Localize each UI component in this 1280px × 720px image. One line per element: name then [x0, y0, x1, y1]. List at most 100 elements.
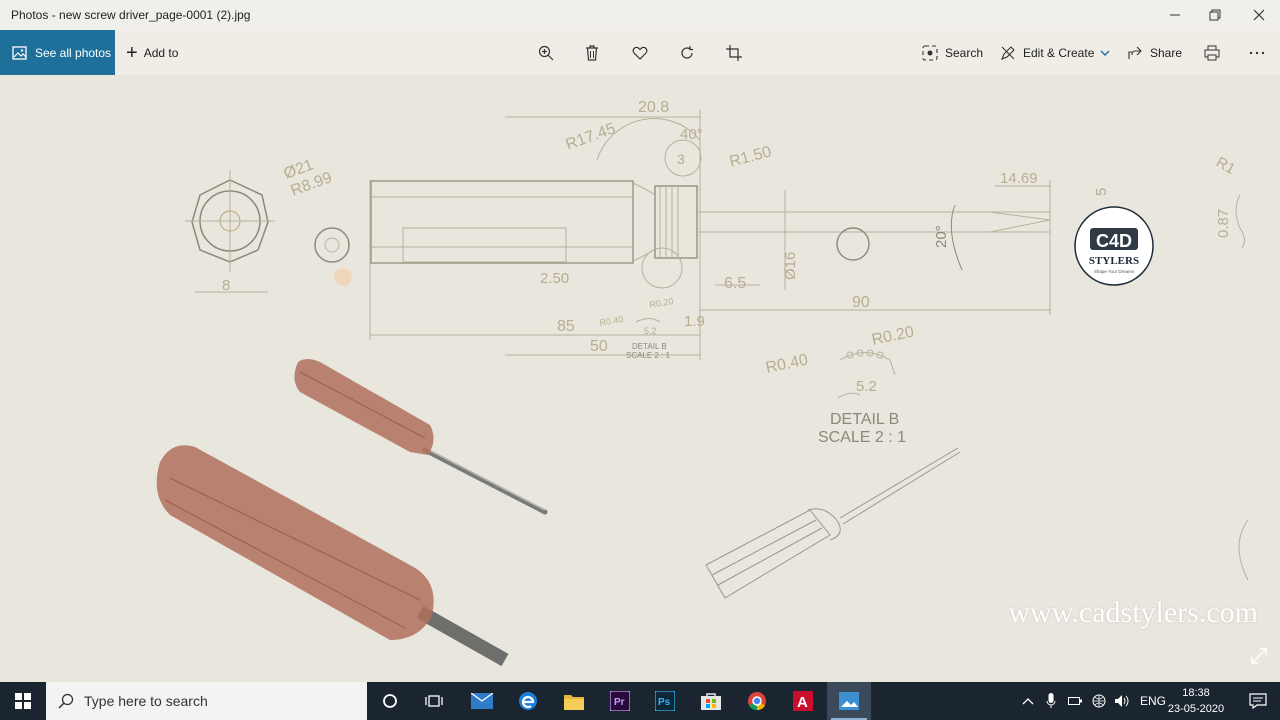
svg-text:Ps: Ps [658, 697, 671, 708]
title-bar: Photos - new screw driver_page-0001 (2).… [0, 0, 1280, 30]
zoom-button[interactable] [534, 41, 558, 65]
network-icon[interactable] [1092, 694, 1106, 708]
more-button[interactable] [1245, 41, 1269, 65]
premiere-icon: Pr [610, 691, 630, 711]
dim-text: 85 [557, 318, 575, 335]
add-to-label: Add to [143, 45, 179, 60]
photoshop-app[interactable]: Ps [643, 682, 687, 720]
task-view-icon [425, 695, 443, 707]
see-all-photos-button[interactable]: See all photos [0, 30, 115, 75]
volume-icon[interactable] [1114, 694, 1130, 708]
taskbar: Type here to search Pr Ps A ENG 18:38 23… [0, 682, 1280, 720]
clock-date: 23-05-2020 [1167, 703, 1225, 715]
photos-icon [839, 692, 859, 710]
mail-app[interactable] [460, 682, 504, 720]
full-screen-button[interactable] [1250, 647, 1268, 670]
photos-app[interactable] [827, 682, 871, 720]
dim-text: 50 [590, 338, 608, 355]
photos-toolbar: See all photos + Add to Search Edit & Cr… [0, 30, 1280, 75]
close-button[interactable] [1236, 0, 1280, 30]
task-view-button[interactable] [412, 682, 456, 720]
edit-icon [1001, 45, 1015, 60]
detail-label: DETAIL B [830, 411, 899, 428]
zoom-icon [538, 45, 554, 61]
maximize-button[interactable] [1192, 0, 1238, 30]
taskbar-search-placeholder: Type here to search [84, 693, 208, 709]
dim-text: R1 [1213, 154, 1238, 178]
more-icon [1249, 51, 1265, 55]
plus-icon: + [126, 41, 138, 64]
logo-text: STYLERS [1089, 255, 1139, 267]
start-button[interactable] [0, 682, 46, 720]
favorite-button[interactable] [628, 41, 652, 65]
edge-icon [519, 692, 537, 710]
file-explorer-icon [564, 694, 584, 710]
chevron-down-icon [1100, 50, 1110, 56]
technical-drawing: 20.8 R17.45 40° 3 R1.50 Ø21 R8.99 14.69 … [156, 99, 1249, 667]
taskbar-search-box[interactable]: Type here to search [46, 682, 367, 720]
battery-icon[interactable] [1068, 696, 1082, 706]
print-icon [1204, 45, 1220, 61]
crop-button[interactable] [722, 41, 746, 65]
crop-icon [726, 45, 742, 61]
cortana-icon [383, 694, 397, 708]
large-screwdriver-render [156, 445, 509, 667]
dim-text: 1.9 [684, 313, 705, 330]
dim-text: R0.40 [599, 314, 624, 328]
share-button[interactable]: Share [1127, 30, 1182, 75]
dim-text: R0.20 [649, 296, 674, 310]
minimize-icon [1170, 14, 1180, 16]
dim-text: 14.69 [1000, 170, 1038, 187]
edit-create-button[interactable]: Edit & Create [1000, 30, 1117, 75]
dim-text: 5.2 [856, 378, 877, 395]
favorite-icon [632, 46, 648, 60]
store-app[interactable] [689, 682, 733, 720]
dim-text: R0.40 [764, 351, 809, 377]
rotate-button[interactable] [675, 41, 699, 65]
photo-canvas[interactable]: 20.8 R17.45 40° 3 R1.50 Ø21 R8.99 14.69 … [0, 75, 1280, 682]
premiere-app[interactable]: Pr [598, 682, 642, 720]
expand-icon [1251, 648, 1267, 664]
autocad-icon: A [793, 691, 813, 711]
autocad-app[interactable]: A [781, 682, 825, 720]
notifications-icon [1249, 693, 1267, 709]
dim-text: 5.2 [644, 326, 657, 336]
watermark-url: www.cadstylers.com [1008, 596, 1258, 629]
photos-icon [12, 45, 27, 60]
window-title: Photos - new screw driver_page-0001 (2).… [11, 8, 251, 22]
scale-label-small: SCALE 2 : 1 [626, 351, 671, 360]
svg-text:C4D: C4D [1096, 231, 1132, 251]
rotate-icon [681, 46, 693, 59]
photoshop-icon: Ps [655, 691, 675, 711]
delete-icon [586, 45, 598, 61]
dim-text: 2.50 [540, 270, 569, 287]
chrome-icon [748, 692, 766, 711]
chevron-up-icon[interactable] [1022, 697, 1034, 705]
clock-time: 18:38 [1182, 687, 1210, 699]
cortana-button[interactable] [368, 682, 412, 720]
see-all-photos-label: See all photos [35, 45, 112, 60]
scale-label: SCALE 2 : 1 [818, 429, 906, 446]
share-icon [1128, 46, 1142, 59]
notifications-button[interactable] [1236, 682, 1280, 720]
dim-text: R0.20 [870, 323, 915, 349]
dim-text: 0.87 [1215, 209, 1232, 238]
system-tray: ENG [1022, 682, 1166, 720]
search-icon [58, 693, 74, 709]
microphone-icon[interactable] [1046, 693, 1056, 709]
dim-text: 5 [1093, 188, 1110, 196]
dim-text: 3 [677, 151, 685, 167]
search-button[interactable]: Search [922, 30, 983, 75]
mail-icon [471, 693, 493, 709]
chrome-app[interactable] [735, 682, 779, 720]
add-to-button[interactable]: + Add to [126, 30, 178, 75]
share-label: Share [1150, 45, 1183, 60]
edge-app[interactable] [506, 682, 550, 720]
delete-button[interactable] [580, 41, 604, 65]
system-clock[interactable]: 18:38 23-05-2020 [1160, 685, 1232, 717]
svg-text:Pr: Pr [614, 697, 625, 708]
print-button[interactable] [1200, 41, 1224, 65]
dim-text: 20.8 [638, 99, 669, 116]
restore-icon [1209, 9, 1221, 21]
file-explorer-app[interactable] [552, 682, 596, 720]
